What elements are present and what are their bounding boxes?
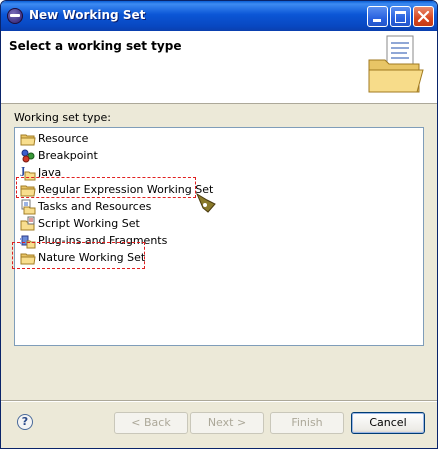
next-button[interactable]: Next >	[190, 412, 264, 434]
svg-text:J: J	[20, 167, 25, 177]
folder-icon	[20, 253, 36, 265]
close-icon	[417, 10, 430, 23]
footer-separator	[1, 400, 437, 402]
back-button[interactable]: < Back	[114, 412, 188, 434]
list-item-label: Resource	[38, 132, 89, 145]
dialog-window: New Working Set Select a working set typ…	[0, 0, 438, 449]
plugin-icon	[20, 235, 36, 249]
folder-icon	[20, 185, 36, 197]
list-item-label: Tasks and Resources	[38, 200, 152, 213]
tasks-icon	[21, 199, 36, 215]
working-set-type-list[interactable]: Resource Breakpoint J Java Regular Expre…	[14, 127, 424, 346]
list-item-label: Script Working Set	[38, 217, 140, 230]
breakpoint-icon	[21, 149, 35, 163]
wizard-header: Select a working set type	[1, 31, 437, 104]
java-icon: J	[20, 167, 36, 181]
list-item-label: Nature Working Set	[38, 251, 146, 264]
folder-icon	[20, 134, 36, 146]
script-icon	[20, 216, 35, 231]
eclipse-app-icon	[7, 8, 23, 24]
minimize-button[interactable]	[367, 6, 388, 27]
finish-button[interactable]: Finish	[270, 412, 344, 434]
page-title: Select a working set type	[9, 39, 182, 53]
window-title: New Working Set	[29, 8, 146, 22]
list-item-label: Java	[38, 166, 62, 179]
maximize-button[interactable]	[390, 6, 411, 27]
title-bar[interactable]: New Working Set	[1, 1, 437, 31]
cancel-button[interactable]: Cancel	[351, 412, 425, 434]
close-button[interactable]	[413, 6, 434, 27]
help-icon[interactable]: ?	[17, 414, 33, 430]
working-set-type-label: Working set type:	[14, 111, 111, 124]
working-set-wizard-image	[368, 35, 424, 93]
list-item-label: Regular Expression Working Set	[38, 183, 214, 196]
list-item-label: Breakpoint	[38, 149, 98, 162]
list-item-label: Plug-ins and Fragments	[38, 234, 168, 247]
cursor-pointer-icon	[195, 192, 216, 213]
